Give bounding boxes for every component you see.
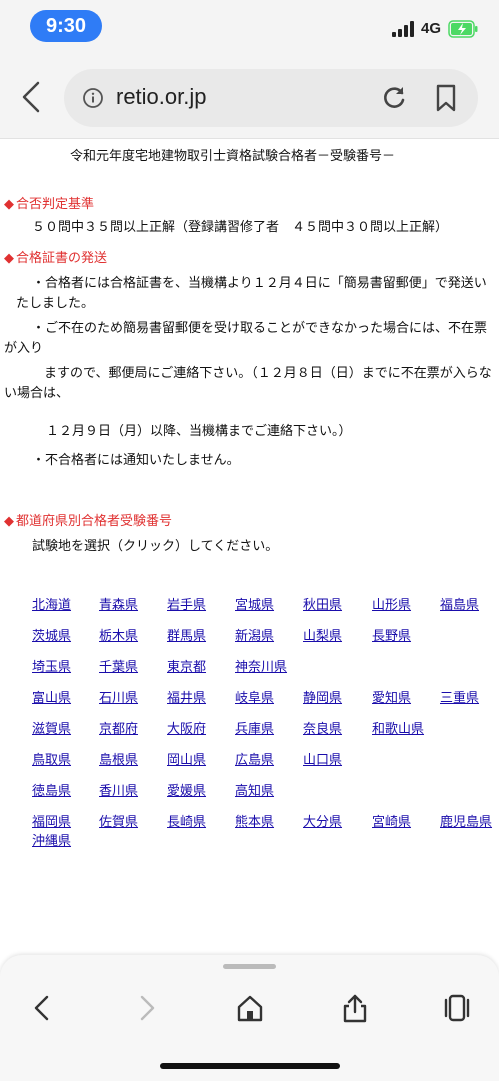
home-indicator [160,1063,340,1069]
prefecture-link[interactable]: 宮城県 [235,594,274,613]
prefecture-link[interactable]: 香川県 [99,780,138,799]
certificate-line-4: １２月９日（月）以降、当機構までご連絡下さい。） [46,424,352,439]
prefecture-link[interactable]: 静岡県 [303,687,342,706]
prefecture-link[interactable]: 京都府 [99,718,138,737]
prefecture-link[interactable]: 高知県 [235,780,274,799]
reload-icon[interactable] [380,84,408,112]
heading-text: 合格証書の発送 [16,251,108,266]
prefecture-link[interactable]: 鹿児島県 [440,811,492,830]
drag-handle[interactable] [223,964,276,969]
prefecture-link[interactable]: 山口県 [303,749,342,768]
info-icon[interactable] [82,87,104,109]
status-bar: 9:30 4G [0,0,499,52]
battery-charging-icon [448,20,478,38]
prefecture-link[interactable]: 山形県 [372,594,411,613]
certificate-line-3: ますので、郵便局にご連絡下さい。（１２月８日（日）までに不在票が入らない場合は、 [4,366,492,401]
prefecture-link[interactable]: 茨城県 [32,625,71,644]
prefecture-link[interactable]: 宮崎県 [372,811,411,830]
diamond-icon: ◆ [4,514,14,529]
prefecture-link[interactable]: 石川県 [99,687,138,706]
prefecture-link[interactable]: 新潟県 [235,625,274,644]
prefecture-link[interactable]: 岩手県 [167,594,206,613]
prefecture-link[interactable]: 岡山県 [167,749,206,768]
prefecture-link[interactable]: 岐阜県 [235,687,274,706]
prefecture-link[interactable]: 群馬県 [167,625,206,644]
prefecture-link[interactable]: 山梨県 [303,625,342,644]
cellular-signal-icon [392,21,414,37]
prefecture-link[interactable]: 福井県 [167,687,206,706]
heading-text: 合否判定基準 [16,197,95,212]
certificate-line-1: ・合格者には合格証書を、当機構より１２月４日に「簡易書留郵便」で発送いたしました… [16,276,487,311]
share-icon[interactable] [340,993,370,1023]
certificate-line-5: ・不合格者には通知いたしません。 [32,453,240,468]
section-heading-certificate: ◆ 合格証書の発送 [4,247,107,266]
prefecture-link[interactable]: 愛知県 [372,687,411,706]
page-title: 令和元年度宅地建物取引士資格試験合格者－受験番号－ [70,149,396,164]
prefecture-link[interactable]: 福岡県 [32,811,71,830]
prefecture-link[interactable]: 大分県 [303,811,342,830]
prefecture-link[interactable]: 富山県 [32,687,71,706]
prefecture-link[interactable]: 兵庫県 [235,718,274,737]
prefecture-link[interactable]: 三重県 [440,687,479,706]
diamond-icon: ◆ [4,251,14,266]
bookmark-icon[interactable] [434,84,458,112]
certificate-line-2: ・ご不在のため簡易書留郵便を受け取ることができなかった場合には、不在票が入り [4,321,488,356]
back-arrow-icon[interactable] [16,80,46,114]
prefecture-link[interactable]: 広島県 [235,749,274,768]
prefecture-link[interactable]: 福島県 [440,594,479,613]
prefecture-link[interactable]: 大阪府 [167,718,206,737]
prefecture-link[interactable]: 長野県 [372,625,411,644]
prefecture-link[interactable]: 島根県 [99,749,138,768]
prefecture-link[interactable]: 鳥取県 [32,749,71,768]
section-heading-criteria: ◆ 合否判定基準 [4,193,94,212]
browser-bottom-toolbar [0,955,499,1081]
prefecture-link[interactable]: 和歌山県 [372,718,424,737]
section-heading-numbers: ◆ 都道府県別合格者受験番号 [4,510,172,529]
criteria-text: ５０問中３５問以上正解（登録講習修了者 ４５問中３０問以上正解） [32,220,449,235]
prefecture-link[interactable]: 栃木県 [99,625,138,644]
prefecture-link[interactable]: 熊本県 [235,811,274,830]
diamond-icon: ◆ [4,197,14,212]
back-icon[interactable] [27,993,57,1023]
prefecture-link[interactable]: 埼玉県 [32,656,71,675]
prefecture-link[interactable]: 青森県 [99,594,138,613]
address-bar[interactable]: retio.or.jp [64,69,478,127]
forward-icon[interactable] [132,993,162,1023]
prefecture-link[interactable]: 長崎県 [167,811,206,830]
prefecture-link[interactable]: 愛媛県 [167,780,206,799]
prefecture-link[interactable]: 東京都 [167,656,206,675]
status-time: 9:30 [30,10,102,42]
prefecture-link[interactable]: 千葉県 [99,656,138,675]
prefecture-link[interactable]: 徳島県 [32,780,71,799]
network-type: 4G [421,20,442,37]
browser-toolbar: retio.or.jp [0,52,499,139]
home-icon[interactable] [235,993,265,1023]
prefecture-link[interactable]: 佐賀県 [99,811,138,830]
heading-text: 都道府県別合格者受験番号 [16,514,173,529]
prefecture-link[interactable]: 滋賀県 [32,718,71,737]
tabs-icon[interactable] [442,993,472,1023]
numbers-instruction: 試験地を選択（クリック）してください。 [32,539,279,554]
prefecture-link[interactable]: 奈良県 [303,718,342,737]
prefecture-link[interactable]: 神奈川県 [235,656,287,675]
prefecture-link[interactable]: 沖縄県 [32,830,71,849]
url-text[interactable]: retio.or.jp [116,84,207,110]
prefecture-link[interactable]: 秋田県 [303,594,342,613]
prefecture-link[interactable]: 北海道 [32,594,71,613]
